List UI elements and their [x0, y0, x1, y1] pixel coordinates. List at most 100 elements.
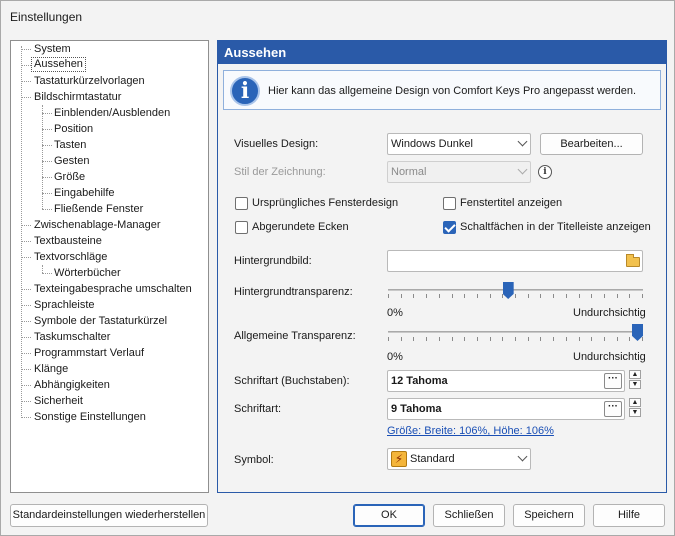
drawing-style-label: Stil der Zeichnung:	[234, 166, 326, 178]
tree-item-woerterbuecher[interactable]: Wörterbücher	[52, 266, 123, 281]
tree-connector	[42, 273, 52, 274]
tree-connector	[21, 401, 31, 402]
tree-item-klaenge[interactable]: Klänge	[32, 362, 70, 377]
slider-max-label: Undurchsichtig	[573, 351, 646, 363]
chevron-down-icon	[517, 164, 528, 175]
tree-connector	[42, 177, 52, 178]
tree-connector	[42, 113, 52, 114]
tree-connector	[21, 225, 31, 226]
tree-connector	[42, 209, 52, 210]
tree-item-programmstart-verlauf[interactable]: Programmstart Verlauf	[32, 346, 146, 361]
drawing-style-value: Normal	[391, 166, 427, 178]
window-title: Einstellungen	[10, 10, 83, 24]
rounded-corners-label: Abgerundete Ecken	[252, 221, 349, 233]
info-box: i Hier kann das allgemeine Design von Co…	[223, 70, 661, 110]
tree-connector	[21, 289, 31, 290]
original-frame-checkbox[interactable]	[235, 197, 248, 210]
chevron-down-icon	[517, 451, 528, 462]
font-down-button[interactable]: ▼	[629, 408, 641, 417]
visual-design-label: Visuelles Design:	[234, 138, 319, 150]
save-button[interactable]: Speichern	[513, 504, 585, 527]
tree-item-tastaturkuerzelvorlagen[interactable]: Tastaturkürzelvorlagen	[32, 74, 147, 89]
title-bar: Einstellungen	[1, 1, 674, 33]
folder-icon[interactable]	[626, 254, 640, 267]
font-value: 9 Tahoma	[391, 403, 442, 415]
tree-item-gesten[interactable]: Gesten	[52, 154, 91, 169]
ok-button[interactable]: OK	[353, 504, 425, 527]
tree-item-texteingabesprache[interactable]: Texteingabesprache umschalten	[32, 282, 194, 297]
tree-connector	[21, 46, 22, 418]
slider-max-label: Undurchsichtig	[573, 307, 646, 319]
tree-item-abhaengigkeiten[interactable]: Abhängigkeiten	[32, 378, 112, 393]
titlebar-buttons-checkbox[interactable]	[443, 221, 456, 234]
close-button[interactable]: Schließen	[433, 504, 505, 527]
tree-item-bildschirmtastatur[interactable]: Bildschirmtastatur	[32, 90, 123, 105]
show-window-title-label: Fenstertitel anzeigen	[460, 197, 563, 209]
tree-item-symbole[interactable]: Symbole der Tastaturkürzel	[32, 314, 169, 329]
tree-item-aussehen[interactable]: Aussehen	[31, 57, 86, 72]
tree-connector	[42, 161, 52, 162]
tree-item-fliessende-fenster[interactable]: Fließende Fenster	[52, 202, 145, 217]
tree-item-sicherheit[interactable]: Sicherheit	[32, 394, 85, 409]
size-link[interactable]: Größe: Breite: 106%, Höhe: 106%	[387, 425, 554, 437]
general-transparency-label: Allgemeine Transparenz:	[234, 330, 356, 342]
font-label: Schriftart:	[234, 403, 282, 415]
tree-connector	[21, 65, 31, 66]
font-letters-label: Schriftart (Buchstaben):	[234, 375, 350, 387]
tree-item-eingabehilfe[interactable]: Eingabehilfe	[52, 186, 117, 201]
tree-connector	[42, 129, 52, 130]
tree-item-system[interactable]: System	[32, 42, 73, 57]
tree-connector	[21, 369, 31, 370]
tree-item-textbausteine[interactable]: Textbausteine	[32, 234, 104, 249]
titlebar-buttons-label: Schaltfächen in der Titelleiste anzeigen	[460, 221, 651, 233]
tree-item-sonstige-einstellungen[interactable]: Sonstige Einstellungen	[32, 410, 148, 425]
info-icon: i	[230, 76, 260, 106]
restore-defaults-button[interactable]: Standardeinstellungen wiederherstellen	[10, 504, 208, 527]
tree-item-taskumschalter[interactable]: Taskumschalter	[32, 330, 112, 345]
tree-connector	[42, 193, 52, 194]
slider-ticks	[388, 337, 643, 342]
visual-design-dropdown[interactable]: Windows Dunkel	[387, 133, 531, 155]
tree-item-zwischenablage-manager[interactable]: Zwischenablage-Manager	[32, 218, 163, 233]
font-letters-down-button[interactable]: ▼	[629, 380, 641, 389]
tree-item-position[interactable]: Position	[52, 122, 95, 137]
edit-design-button[interactable]: Bearbeiten...	[540, 133, 643, 155]
info-text: Hier kann das allgemeine Design von Comf…	[268, 85, 637, 97]
font-letters-value: 12 Tahoma	[391, 375, 448, 387]
tree-connector	[21, 49, 31, 50]
tree-connector	[21, 81, 31, 82]
tree-connector	[21, 353, 31, 354]
original-frame-label: Ursprüngliches Fensterdesign	[252, 197, 399, 209]
help-button[interactable]: Hilfe	[593, 504, 665, 527]
font-up-button[interactable]: ▲	[629, 398, 641, 407]
symbol-dropdown[interactable]: ⚡ Standard	[387, 448, 531, 470]
tree-item-einblenden-ausblenden[interactable]: Einblenden/Ausblenden	[52, 106, 172, 121]
slider-min-label: 0%	[387, 351, 403, 363]
tree-item-sprachleiste[interactable]: Sprachleiste	[32, 298, 97, 313]
rounded-corners-checkbox[interactable]	[235, 221, 248, 234]
general-transparency-track[interactable]	[388, 331, 643, 333]
font-browse-button[interactable]: ···	[604, 401, 622, 417]
tree-item-textvorschlaege[interactable]: Textvorschläge	[32, 250, 109, 265]
section-header: Aussehen	[218, 41, 666, 64]
font-field[interactable]: 9 Tahoma	[387, 398, 625, 420]
tree-connector	[21, 257, 31, 258]
font-letters-field[interactable]: 12 Tahoma	[387, 370, 625, 392]
show-window-title-checkbox[interactable]	[443, 197, 456, 210]
background-image-field[interactable]	[387, 250, 643, 272]
tree-item-groesse[interactable]: Größe	[52, 170, 87, 185]
font-letters-up-button[interactable]: ▲	[629, 370, 641, 379]
tree-connector	[21, 241, 31, 242]
settings-tree[interactable]: System Aussehen Tastaturkürzelvorlagen B…	[10, 40, 209, 493]
background-transparency-track[interactable]	[388, 289, 643, 291]
info-icon[interactable]: i	[538, 165, 552, 179]
visual-design-value: Windows Dunkel	[391, 138, 473, 150]
tree-connector	[42, 145, 52, 146]
font-letters-browse-button[interactable]: ···	[604, 373, 622, 389]
lightning-icon: ⚡	[391, 451, 407, 467]
slider-min-label: 0%	[387, 307, 403, 319]
tree-item-tasten[interactable]: Tasten	[52, 138, 88, 153]
drawing-style-dropdown[interactable]: Normal	[387, 161, 531, 183]
tree-connector	[21, 321, 31, 322]
tree-connector	[21, 305, 31, 306]
